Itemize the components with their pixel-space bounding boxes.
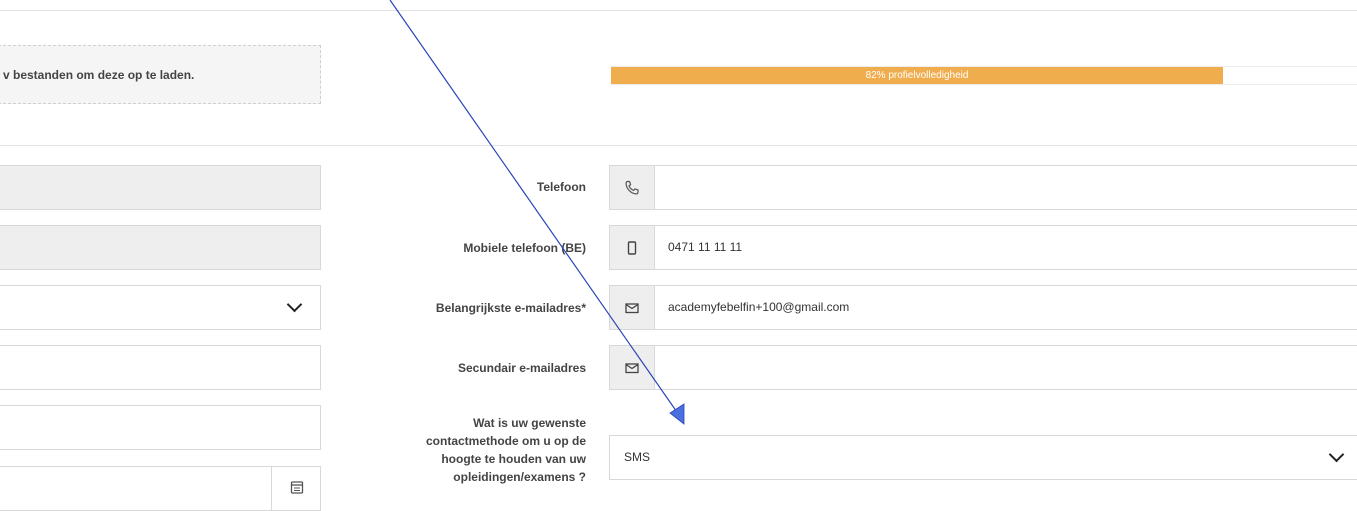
phone-input-group[interactable] bbox=[609, 165, 1357, 210]
calendar-button[interactable] bbox=[271, 466, 321, 511]
calendar-icon bbox=[290, 481, 304, 494]
chevron-down-icon bbox=[286, 296, 303, 313]
mobile-input-group[interactable]: 0471 11 11 11 bbox=[609, 225, 1357, 270]
contact-method-label: Wat is uw gewenste contactmethode om u o… bbox=[425, 416, 586, 484]
email-addon bbox=[610, 286, 655, 329]
envelope-icon bbox=[625, 363, 639, 374]
profile-progress-label: 82% profielvolledigheid bbox=[865, 70, 969, 81]
left-field-1[interactable] bbox=[0, 165, 321, 210]
email-input-group[interactable]: academyfebelfin+100@gmail.com bbox=[609, 285, 1357, 330]
left-select[interactable] bbox=[0, 285, 321, 330]
email-label: Belangrijkste e-mailadres* bbox=[435, 301, 586, 315]
left-field-2[interactable] bbox=[0, 225, 321, 270]
file-drop-hint: v bestanden om deze op te laden. bbox=[3, 68, 195, 82]
date-field[interactable] bbox=[0, 466, 321, 511]
phone-input[interactable] bbox=[655, 166, 668, 209]
phone-label: Telefoon bbox=[536, 180, 586, 194]
envelope-icon bbox=[625, 303, 639, 314]
contact-method-select[interactable]: SMS bbox=[609, 435, 1357, 480]
chevron-down-icon bbox=[1328, 446, 1345, 463]
top-divider bbox=[0, 10, 1357, 11]
mobile-label: Mobiele telefoon (BE) bbox=[463, 241, 586, 255]
left-field-5[interactable] bbox=[0, 405, 321, 450]
left-field-4[interactable] bbox=[0, 345, 321, 390]
email-input[interactable]: academyfebelfin+100@gmail.com bbox=[655, 286, 849, 329]
section-divider bbox=[0, 145, 1357, 146]
phone-addon bbox=[610, 166, 655, 209]
mobile-addon bbox=[610, 226, 655, 269]
secondary-email-input-group[interactable] bbox=[609, 345, 1357, 390]
secondary-email-input[interactable] bbox=[655, 346, 668, 389]
contact-method-value: SMS bbox=[624, 450, 651, 464]
phone-icon bbox=[625, 180, 639, 195]
mobile-icon bbox=[627, 241, 637, 255]
secondary-email-addon bbox=[610, 346, 655, 389]
mobile-input[interactable]: 0471 11 11 11 bbox=[655, 226, 742, 269]
secondary-email-label: Secundair e-mailadres bbox=[457, 361, 586, 375]
